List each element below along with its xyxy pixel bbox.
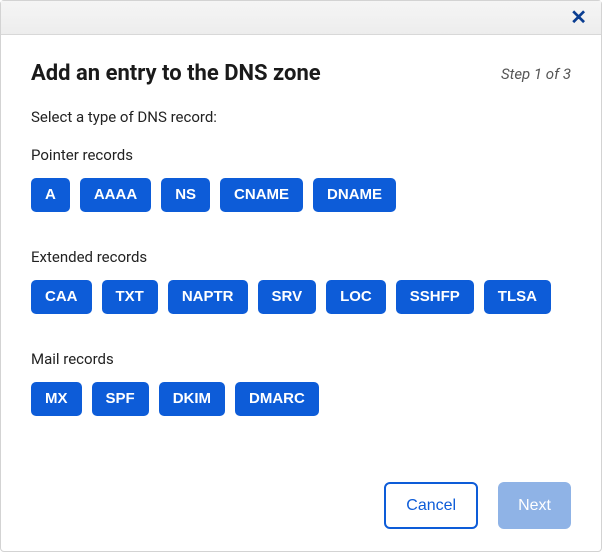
instruction-text: Select a type of DNS record: — [31, 108, 571, 126]
group-title: Mail records — [31, 350, 571, 368]
record-type-a[interactable]: A — [31, 178, 70, 212]
record-type-srv[interactable]: SRV — [258, 280, 317, 314]
record-type-dkim[interactable]: DKIM — [159, 382, 225, 416]
dialog-titlebar: ✕ — [1, 1, 601, 35]
group-title: Pointer records — [31, 146, 571, 164]
record-type-dname[interactable]: DNAME — [313, 178, 396, 212]
group-mail-records: Mail records MX SPF DKIM DMARC — [31, 350, 571, 416]
record-type-dmarc[interactable]: DMARC — [235, 382, 319, 416]
record-type-caa[interactable]: CAA — [31, 280, 92, 314]
record-type-cname[interactable]: CNAME — [220, 178, 303, 212]
chip-row: CAA TXT NAPTR SRV LOC SSHFP TLSA — [31, 280, 571, 314]
record-type-spf[interactable]: SPF — [92, 382, 149, 416]
chip-row: MX SPF DKIM DMARC — [31, 382, 571, 416]
group-extended-records: Extended records CAA TXT NAPTR SRV LOC S… — [31, 248, 571, 314]
next-button[interactable]: Next — [498, 482, 571, 529]
record-type-naptr[interactable]: NAPTR — [168, 280, 248, 314]
cancel-button[interactable]: Cancel — [384, 482, 478, 529]
chip-row: A AAAA NS CNAME DNAME — [31, 178, 571, 212]
record-type-txt[interactable]: TXT — [102, 280, 158, 314]
dialog-content: Add an entry to the DNS zone Step 1 of 3… — [1, 35, 601, 551]
dialog-footer: Cancel Next — [31, 472, 571, 535]
record-type-ns[interactable]: NS — [161, 178, 210, 212]
record-type-loc[interactable]: LOC — [326, 280, 386, 314]
dialog-title: Add an entry to the DNS zone — [31, 61, 321, 86]
record-type-tlsa[interactable]: TLSA — [484, 280, 551, 314]
record-type-sshfp[interactable]: SSHFP — [396, 280, 474, 314]
record-type-aaaa[interactable]: AAAA — [80, 178, 151, 212]
record-type-mx[interactable]: MX — [31, 382, 82, 416]
dns-add-entry-dialog: ✕ Add an entry to the DNS zone Step 1 of… — [0, 0, 602, 552]
step-indicator: Step 1 of 3 — [501, 65, 571, 83]
group-title: Extended records — [31, 248, 571, 266]
dialog-header: Add an entry to the DNS zone Step 1 of 3 — [31, 61, 571, 86]
group-pointer-records: Pointer records A AAAA NS CNAME DNAME — [31, 146, 571, 212]
close-icon[interactable]: ✕ — [566, 6, 591, 30]
